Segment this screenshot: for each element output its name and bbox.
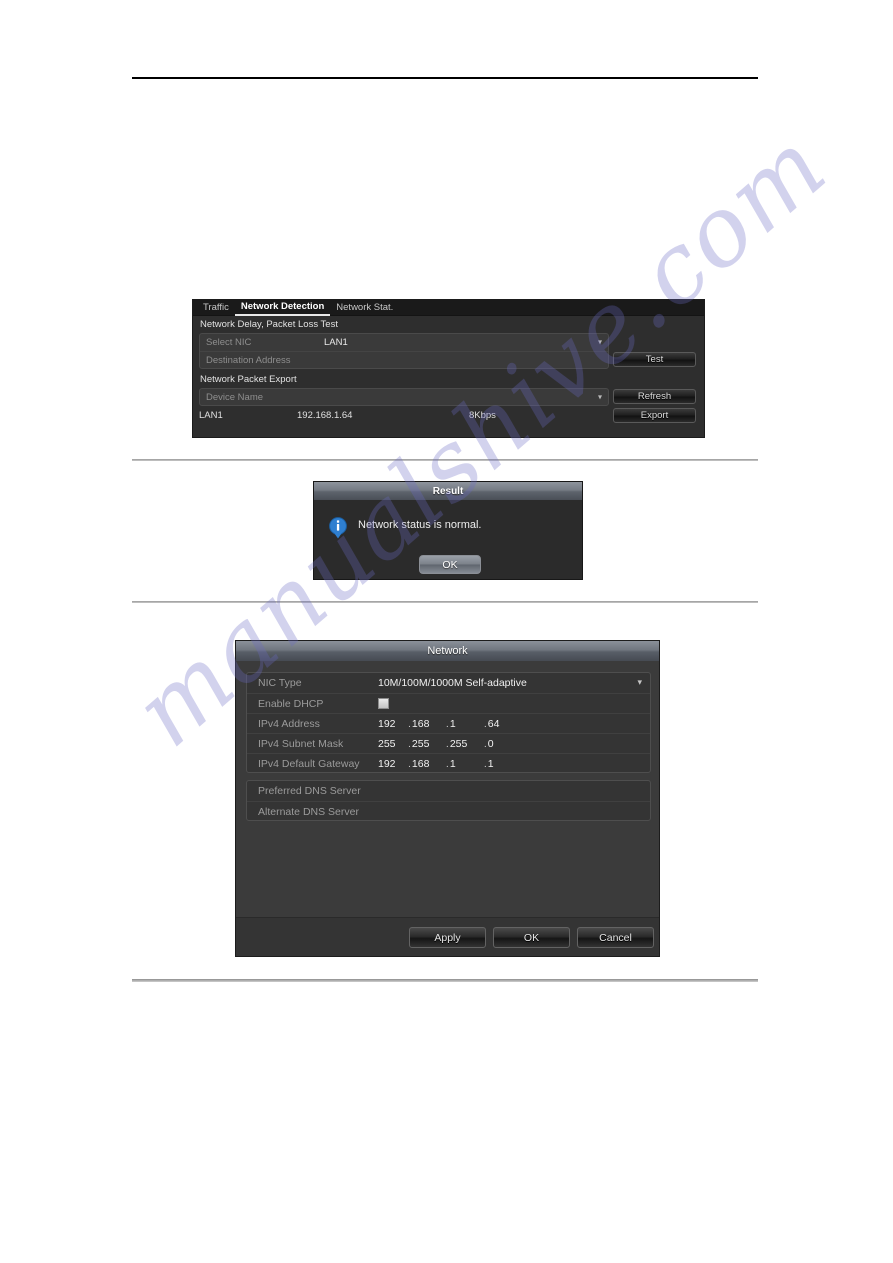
device-name-label: Device Name: [206, 392, 264, 403]
delay-test-fields: Select NIC LAN1 ▾ Destination Address: [199, 333, 609, 369]
ipv4-gateway-label: IPv4 Default Gateway: [258, 757, 360, 770]
header-rule: [132, 77, 758, 79]
tab-network-stat[interactable]: Network Stat.: [330, 300, 399, 315]
ipv4-subnet-octet-3[interactable]: 255: [450, 738, 484, 750]
ipv4-gateway-octet-3[interactable]: 1: [450, 758, 484, 770]
nic-type-value: 10M/100M/1000M Self-adaptive: [378, 677, 527, 689]
network-dialog-footer: Apply OK Cancel: [236, 917, 659, 956]
enable-dhcp-row[interactable]: Enable DHCP: [247, 693, 650, 713]
ipv4-gateway-row[interactable]: IPv4 Default Gateway 192 . 168 . 1 . 1: [247, 753, 650, 773]
destination-address-row[interactable]: Destination Address: [200, 351, 608, 368]
result-dialog: Result Network status is normal. OK: [313, 481, 583, 580]
network-dialog: Network NIC Type 10M/100M/1000M Self-ada…: [235, 640, 660, 957]
ip-dot: .: [408, 757, 411, 770]
ipv4-gateway-value: 192 . 168 . 1 . 1: [378, 758, 522, 770]
result-dialog-body: Network status is normal. OK: [314, 500, 582, 579]
tab-traffic[interactable]: Traffic: [197, 300, 235, 315]
ip-dot: .: [483, 717, 487, 730]
result-message: Network status is normal.: [358, 519, 482, 531]
preferred-dns-row[interactable]: Preferred DNS Server: [247, 781, 650, 801]
result-dialog-title: Result: [314, 482, 582, 500]
ip-dot: .: [483, 757, 487, 770]
lan-ip-cell: 192.168.1.64: [297, 409, 353, 421]
alternate-dns-label: Alternate DNS Server: [258, 805, 359, 818]
ip-dot: .: [408, 737, 411, 750]
ipv4-gateway-octet-2[interactable]: 168: [412, 758, 446, 770]
ipv4-subnet-label: IPv4 Subnet Mask: [258, 737, 344, 750]
alternate-dns-row[interactable]: Alternate DNS Server: [247, 801, 650, 821]
network-main-fields: NIC Type 10M/100M/1000M Self-adaptive ▾ …: [246, 672, 651, 773]
device-name-field: Device Name ▾: [199, 388, 609, 406]
network-detection-panel: Traffic Network Detection Network Stat. …: [192, 299, 705, 438]
lan-bandwidth-cell: 8Kbps: [469, 409, 496, 421]
ipv4-address-octet-2[interactable]: 168: [412, 718, 446, 730]
destination-address-label: Destination Address: [206, 354, 291, 366]
network-dns-fields: Preferred DNS Server Alternate DNS Serve…: [246, 780, 651, 821]
tab-bar: Traffic Network Detection Network Stat.: [193, 300, 704, 316]
network-dialog-body: NIC Type 10M/100M/1000M Self-adaptive ▾ …: [236, 661, 659, 956]
network-dialog-title: Network: [236, 641, 659, 661]
select-nic-row[interactable]: Select NIC LAN1 ▾: [200, 334, 608, 351]
ipv4-address-value: 192 . 168 . 1 . 64: [378, 718, 522, 730]
ip-dot: .: [445, 717, 449, 730]
tab-network-detection[interactable]: Network Detection: [234, 299, 331, 316]
chevron-down-icon[interactable]: ▾: [598, 393, 602, 401]
chevron-down-icon[interactable]: ▾: [637, 678, 642, 687]
enable-dhcp-checkbox[interactable]: [378, 698, 389, 709]
apply-button[interactable]: Apply: [409, 927, 486, 948]
ipv4-address-octet-1[interactable]: 192: [378, 718, 408, 730]
nic-type-row[interactable]: NIC Type 10M/100M/1000M Self-adaptive ▾: [247, 673, 650, 693]
ipv4-subnet-value: 255 . 255 . 255 . 0: [378, 738, 522, 750]
ip-dot: .: [483, 737, 487, 750]
select-nic-label: Select NIC: [206, 337, 252, 348]
export-button[interactable]: Export: [613, 408, 696, 423]
cancel-button[interactable]: Cancel: [577, 927, 654, 948]
ipv4-subnet-octet-4[interactable]: 0: [488, 738, 522, 750]
test-button[interactable]: Test: [613, 352, 696, 367]
nic-type-label: NIC Type: [258, 677, 302, 689]
enable-dhcp-label: Enable DHCP: [258, 697, 324, 710]
section-title-delay-test: Network Delay, Packet Loss Test: [200, 319, 338, 330]
figure-separator-2: [132, 601, 758, 603]
info-icon: [329, 517, 347, 539]
figure-separator-1: [132, 459, 758, 461]
document-page: manualshive.com Traffic Network Detectio…: [0, 0, 893, 1263]
lan-name-cell: LAN1: [199, 409, 223, 421]
chevron-down-icon[interactable]: ▾: [598, 338, 602, 346]
result-ok-button[interactable]: OK: [419, 555, 481, 574]
ok-button[interactable]: OK: [493, 927, 570, 948]
preferred-dns-label: Preferred DNS Server: [258, 785, 361, 797]
select-nic-value: LAN1: [324, 337, 348, 348]
ipv4-subnet-row[interactable]: IPv4 Subnet Mask 255 . 255 . 255 . 0: [247, 733, 650, 753]
ip-dot: .: [408, 717, 411, 730]
ip-dot: .: [445, 737, 449, 750]
table-row: LAN1 192.168.1.64 8Kbps: [199, 408, 609, 422]
ipv4-address-row[interactable]: IPv4 Address 192 . 168 . 1 . 64: [247, 713, 650, 733]
refresh-button[interactable]: Refresh: [613, 389, 696, 404]
ipv4-subnet-octet-2[interactable]: 255: [412, 738, 446, 750]
section-title-packet-export: Network Packet Export: [200, 374, 297, 385]
ipv4-subnet-octet-1[interactable]: 255: [378, 738, 408, 750]
ipv4-gateway-octet-4[interactable]: 1: [488, 758, 522, 770]
ipv4-address-label: IPv4 Address: [258, 717, 320, 730]
ipv4-gateway-octet-1[interactable]: 192: [378, 758, 408, 770]
ipv4-address-octet-3[interactable]: 1: [450, 718, 484, 730]
ip-dot: .: [445, 757, 449, 770]
ipv4-address-octet-4[interactable]: 64: [488, 718, 522, 730]
device-name-row[interactable]: Device Name ▾: [200, 389, 608, 406]
footer-rule: [132, 979, 758, 982]
